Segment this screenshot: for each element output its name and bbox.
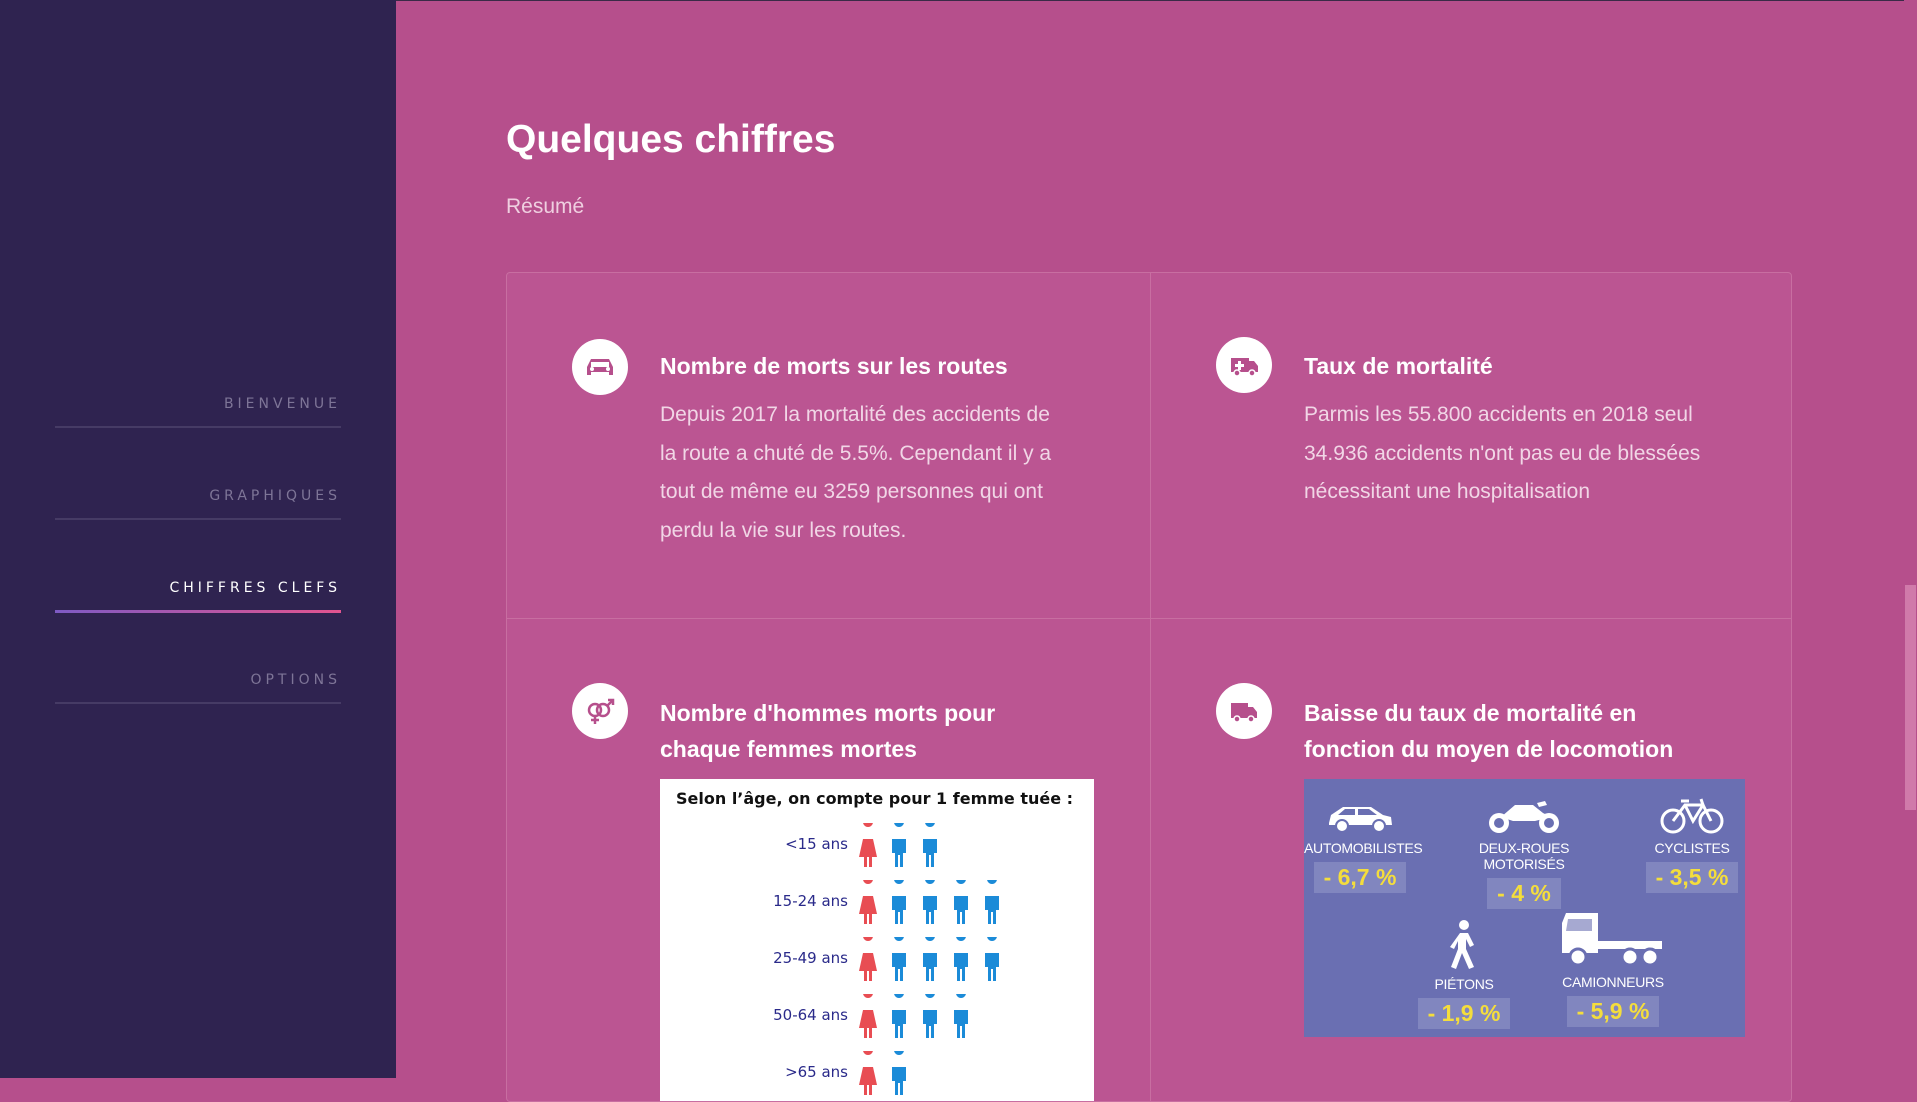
transport-item-deux-roues: DEUX-ROUES MOTORISÉS - 4 % [1444,795,1604,909]
nav-label: OPTIONS [250,672,341,688]
man-figure [923,880,937,924]
card-title: Taux de mortalité [1304,353,1493,379]
nav-divider [55,518,341,520]
card-title-line: Baisse du taux de mortalité en [1304,700,1637,726]
woman-figure [859,880,877,924]
pedestrian-icon [1450,920,1474,969]
car-icon [1329,807,1392,833]
man-figure-partial [1016,937,1030,981]
nav-label: CHIFFRES CLEFS [169,580,341,596]
card-text-line: la route a chuté de 5.5%. Cependant il y… [660,441,1052,465]
transport-item-pietons: PIÉTONS - 1,9 % [1398,919,1530,1029]
man-figure-partial [923,1051,937,1095]
card-text: Parmis les 55.800 accidents en 2018 seul… [1304,396,1734,512]
age-label: >65 ans [785,1063,848,1081]
age-figures [859,1051,937,1095]
transport-value: - 1,9 % [1417,998,1511,1029]
age-row: 15-24 ans [660,880,1094,928]
age-infographic: Selon l’âge, on compte pour 1 femme tuée… [660,779,1094,1101]
man-figure [954,880,968,924]
page-subtitle: Résumé [506,195,585,218]
page-title: Quelques chiffres [506,118,836,161]
motorcycle-icon [1489,801,1559,833]
transport-value: - 4 % [1487,878,1561,909]
age-label: 25-49 ans [773,949,848,967]
man-figure [923,823,937,867]
nav-label: GRAPHIQUES [209,488,341,504]
ambulance-icon [1216,337,1272,393]
woman-figure [859,823,877,867]
card-text-line: tout de même eu 3259 personnes qui ont [660,480,1043,503]
man-figure [892,937,906,981]
scrollbar-thumb[interactable] [1905,585,1916,810]
woman-figure [859,937,877,981]
age-label: 50-64 ans [773,1006,848,1024]
man-figure [892,823,906,867]
nav-label: BIENVENUE [223,396,341,412]
age-figures [859,994,968,1038]
man-figure [892,994,906,1038]
truck-icon [1216,683,1272,739]
man-figure [892,880,906,924]
age-label: <15 ans [785,835,848,853]
transport-value: - 6,7 % [1313,862,1407,893]
age-figures [859,880,999,924]
transport-value: - 3,5 % [1645,862,1739,893]
man-figure [985,937,999,981]
card-title: Baisse du taux de mortalité en fonction … [1304,695,1744,767]
bicycle-icon [1660,798,1724,834]
transport-item-automobilistes: AUTOMOBILISTES - 6,7 % [1304,795,1423,893]
man-figure [892,1051,906,1095]
truck-icon [1562,913,1662,967]
age-row: <15 ans [660,823,1094,871]
man-figure [923,937,937,981]
card-text-line: Depuis 2017 la mortalité des accidents d… [660,403,1050,426]
man-figure [954,937,968,981]
nav-active-indicator [55,610,341,613]
nav-divider [55,426,341,428]
man-figure [954,994,968,1038]
man-figure [985,880,999,924]
nav-item-graphiques[interactable]: GRAPHIQUES [55,488,341,588]
card-text-line: 34.936 accidents n'ont pas eu de blessée… [1304,441,1701,465]
sidebar: BIENVENUE GRAPHIQUES CHIFFRES CLEFS OPTI… [0,0,396,1078]
age-label: 15-24 ans [773,892,848,910]
card-title: Nombre d'hommes morts pour chaque femmes… [660,695,1100,767]
transport-infographic: AUTOMOBILISTES - 6,7 % DEUX-ROUES MOTORI… [1304,779,1745,1037]
nav-item-chiffres-clefs[interactable]: CHIFFRES CLEFS [55,580,341,680]
age-infographic-heading: Selon l’âge, on compte pour 1 femme tuée… [676,789,1074,808]
transport-value: - 5,9 % [1566,996,1660,1027]
age-row: 25-49 ans [660,937,1094,985]
nav-item-options[interactable]: OPTIONS [55,672,341,772]
transport-label: DEUX-ROUES MOTORISÉS [1478,840,1570,872]
transport-label: AUTOMOBILISTES [1304,840,1423,856]
transport-item-camionneurs: CAMIONNEURS - 5,9 % [1538,909,1688,1027]
age-row: 50-64 ans [660,994,1094,1042]
card-title-line: Nombre d'hommes morts pour [660,700,996,726]
transport-item-cyclistes: CYCLISTES - 3,5 % [1644,795,1740,893]
woman-figure [859,1051,877,1095]
transport-label: CAMIONNEURS [1562,974,1664,990]
nav-item-bienvenue[interactable]: BIENVENUE [55,396,341,496]
age-figures [859,937,1030,981]
gender-icon [572,683,628,739]
scrollbar[interactable] [1904,0,1917,1078]
transport-label: CYCLISTES [1654,840,1730,856]
card-text-line: Parmis les 55.800 accidents en 2018 seul [1304,403,1693,426]
card-text-line: perdu la vie sur les routes. [660,518,907,542]
card-text: Depuis 2017 la mortalité des accidents d… [660,396,1090,550]
woman-figure [859,994,877,1038]
card-text-line: nécessitant une hospitalisation [1304,480,1591,503]
card-title-line: chaque femmes mortes [660,736,917,762]
transport-label: PIÉTONS [1434,976,1494,992]
nav-divider [55,702,341,704]
man-figure [923,994,937,1038]
card-title: Nombre de morts sur les routes [660,353,1008,379]
card-title-line: fonction du moyen de locomotion [1304,736,1674,762]
age-row: >65 ans [660,1051,1094,1099]
age-figures [859,823,937,867]
